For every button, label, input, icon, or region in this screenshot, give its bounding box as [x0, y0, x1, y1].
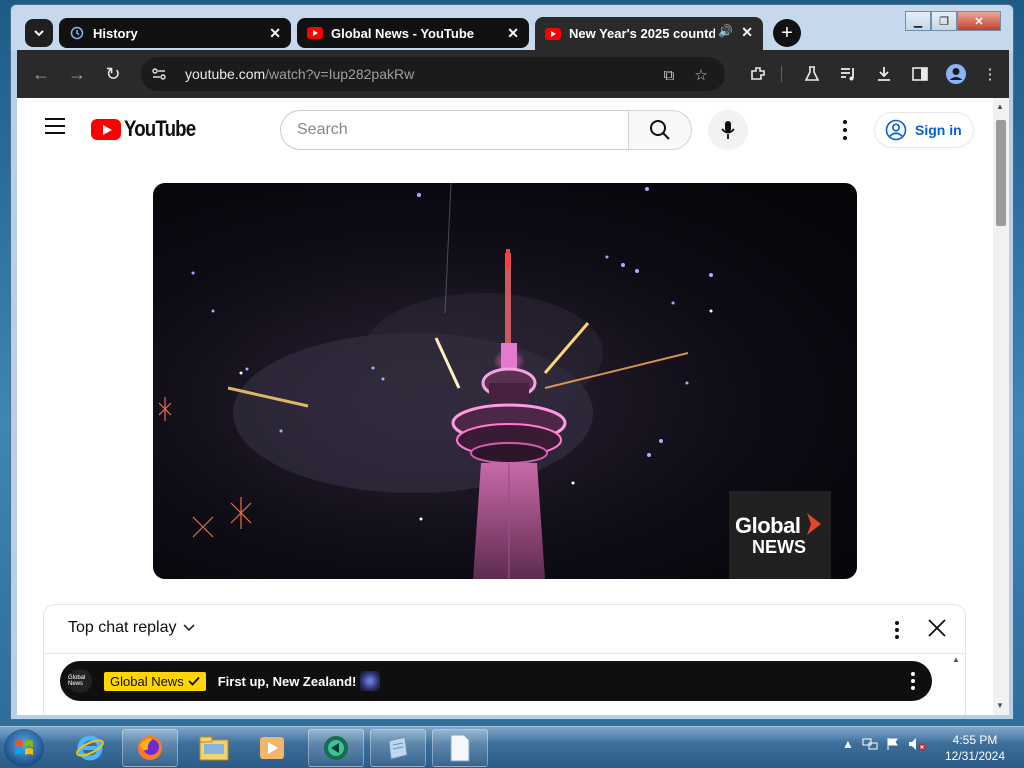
verified-check-icon: [188, 676, 200, 686]
window-controls: ▁ ❐ ✕: [905, 11, 1001, 31]
tab-strip: History ✕ Global News - YouTube ✕ New Ye…: [11, 5, 1013, 51]
tab-search-button[interactable]: [25, 19, 53, 47]
pinned-message-text: First up, New Zealand!: [217, 673, 357, 689]
start-button[interactable]: [4, 729, 44, 767]
speaker-icon[interactable]: 🔊: [718, 24, 733, 38]
global-news-watermark: Global NEWS: [729, 491, 831, 579]
search-button[interactable]: [628, 110, 692, 150]
pinned-more-icon[interactable]: [910, 671, 916, 691]
youtube-play-icon: [91, 118, 121, 140]
url-path: /watch?v=Iup282pakRw: [265, 66, 415, 82]
youtube-header: YouTube Sign in: [17, 98, 993, 158]
site-info-icon[interactable]: [149, 64, 169, 84]
author-name: Global News: [110, 673, 184, 689]
reload-icon[interactable]: ↻: [101, 62, 125, 86]
toolbar-separator: [781, 66, 782, 82]
avatar: Global News: [68, 669, 92, 693]
youtube-page: YouTube Sign in: [17, 98, 993, 715]
chat-close-icon[interactable]: [926, 617, 948, 639]
global-news-arrow-icon: [807, 513, 821, 535]
search-icon: [650, 120, 670, 140]
youtube-logo-text: YouTube: [124, 116, 196, 141]
close-tab-icon[interactable]: ✕: [269, 25, 281, 42]
back-icon[interactable]: ←: [29, 62, 53, 86]
volume-muted-icon[interactable]: [908, 737, 926, 751]
scroll-down-icon[interactable]: ▼: [996, 701, 1004, 710]
minimize-icon[interactable]: ▁: [905, 11, 931, 31]
browser-window: History ✕ Global News - YouTube ✕ New Ye…: [10, 4, 1014, 720]
tab-label: History: [93, 25, 138, 41]
app-circle-icon[interactable]: [308, 729, 364, 767]
extensions-icon[interactable]: [747, 63, 769, 85]
page-scrollbar[interactable]: ▲ ▼: [993, 98, 1009, 715]
bookmark-star-icon[interactable]: ☆: [691, 65, 711, 85]
download-icon[interactable]: [873, 63, 895, 85]
install-app-icon[interactable]: ⧉: [659, 65, 679, 85]
chevron-down-icon: [34, 30, 44, 37]
tab-global-news[interactable]: Global News - YouTube ✕: [297, 18, 529, 48]
new-tab-button[interactable]: +: [773, 19, 801, 47]
tab-label: Global News - YouTube: [331, 25, 475, 41]
side-panel-icon[interactable]: [909, 63, 931, 85]
system-tray: ▲: [842, 737, 926, 751]
window-close-icon[interactable]: ✕: [957, 11, 1001, 31]
forward-icon[interactable]: →: [65, 62, 89, 86]
show-hidden-icons-icon[interactable]: ▲: [842, 737, 854, 751]
action-center-flag-icon[interactable]: [886, 737, 900, 751]
clock-time: 4:55 PM: [952, 733, 998, 747]
scrollbar-thumb[interactable]: [996, 120, 1006, 226]
tab-history[interactable]: History ✕: [59, 18, 291, 48]
scroll-up-icon[interactable]: ▲: [996, 102, 1004, 111]
chat-mode-dropdown[interactable]: Top chat replay: [68, 619, 195, 637]
tab-label: New Year's 2025 countdown: [569, 26, 715, 41]
fireworks-emoji-icon: [360, 671, 381, 691]
history-icon: [69, 25, 85, 41]
youtube-favicon-icon: [307, 25, 323, 41]
youtube-logo[interactable]: YouTube: [91, 116, 208, 142]
tab-new-years-countdown[interactable]: New Year's 2025 countdown 🔊 ✕: [535, 17, 763, 50]
watermark-line2: NEWS: [752, 536, 806, 557]
internet-explorer-icon[interactable]: [62, 729, 118, 767]
clock-date: 12/31/2024: [944, 749, 1006, 763]
blank-document-icon[interactable]: [432, 729, 488, 767]
menu-hamburger-icon[interactable]: [45, 118, 65, 134]
search-box: [280, 110, 628, 150]
windows-taskbar: ▲ 4:55 PM 12/31/2024: [0, 726, 1024, 768]
voice-search-button[interactable]: [708, 110, 748, 150]
chat-title: Top chat replay: [68, 619, 177, 636]
labs-flask-icon[interactable]: [801, 63, 823, 85]
network-icon[interactable]: [862, 737, 878, 751]
account-icon: [885, 119, 907, 141]
profile-avatar-icon[interactable]: [945, 63, 967, 85]
author-badge: Global News: [104, 671, 206, 691]
live-chat-panel: Top chat replay ▲ Global News Global New…: [43, 604, 966, 715]
notepad-icon[interactable]: [370, 729, 426, 767]
chevron-down-icon: [182, 621, 195, 635]
maximize-icon[interactable]: ❐: [931, 11, 957, 31]
chat-scroll-up-icon[interactable]: ▲: [952, 655, 960, 664]
chat-divider: [44, 653, 965, 654]
media-control-icon[interactable]: [837, 63, 859, 85]
search-input[interactable]: [297, 121, 597, 139]
firefox-icon[interactable]: [122, 729, 178, 767]
address-bar[interactable]: youtube.com/watch?v=Iup282pakRw ⧉ ☆: [141, 57, 725, 91]
url-text: youtube.com/watch?v=Iup282pakRw: [185, 66, 414, 82]
sign-in-button[interactable]: Sign in: [874, 112, 974, 148]
youtube-favicon-icon: [545, 26, 561, 42]
url-domain: youtube.com: [185, 66, 266, 82]
chat-more-icon[interactable]: [890, 619, 904, 641]
file-explorer-icon[interactable]: [186, 729, 242, 767]
video-player[interactable]: Global NEWS: [153, 183, 857, 579]
browser-menu-icon[interactable]: ⋮: [979, 63, 1001, 85]
pinned-message[interactable]: Global News Global News First up, New Ze…: [60, 661, 932, 701]
close-tab-icon[interactable]: ✕: [507, 25, 519, 42]
close-tab-icon[interactable]: ✕: [741, 24, 753, 41]
browser-toolbar: ← → ↻ youtube.com/watch?v=Iup282pakRw ⧉ …: [17, 50, 1009, 98]
windows-logo-icon: [15, 740, 33, 755]
media-player-icon[interactable]: [244, 729, 300, 767]
system-clock[interactable]: 4:55 PM 12/31/2024: [940, 732, 1010, 764]
settings-more-icon[interactable]: [835, 118, 855, 142]
microphone-icon: [721, 121, 735, 139]
sign-in-label: Sign in: [915, 122, 962, 138]
